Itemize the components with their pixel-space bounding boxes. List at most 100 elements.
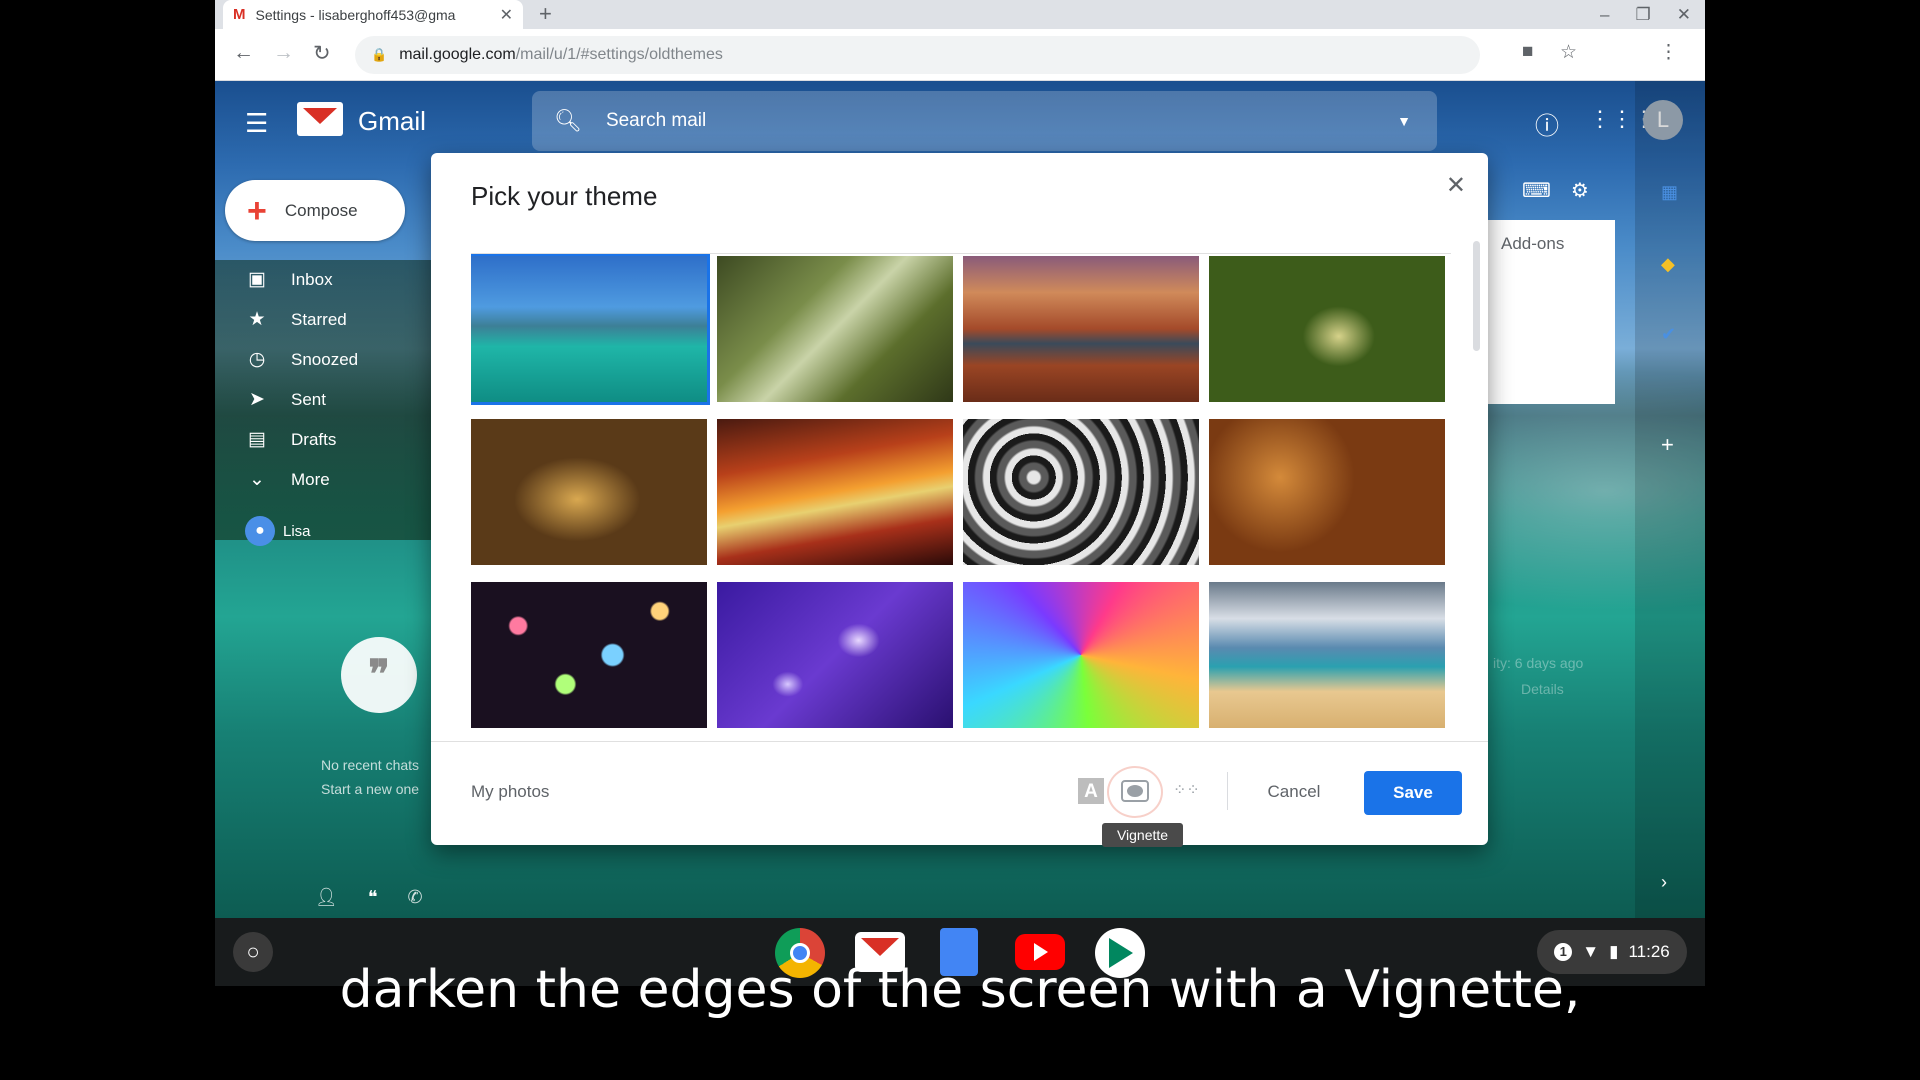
notification-badge: 1 [1554, 943, 1573, 961]
search-mail-input[interactable]: 🔍︎ Search mail ▼ [532, 91, 1437, 151]
battery-icon: ▮ [1609, 942, 1619, 961]
clock-icon: ◷ [248, 349, 266, 370]
url-host: mail.google.com [399, 46, 516, 63]
get-addons-plus-icon[interactable]: + [1661, 432, 1674, 458]
contacts-icon[interactable]: 👤︎ [315, 887, 338, 908]
sidebar-item-starred[interactable]: ★ Starred [245, 308, 347, 331]
phone-icon[interactable]: ✆ [408, 887, 423, 908]
video-caption: darken the edges of the screen with a Vi… [339, 960, 1581, 1020]
theme-thumbnail-caterpillar[interactable] [1209, 256, 1445, 402]
sidebar-item-label: Inbox [291, 269, 333, 289]
forward-icon[interactable]: → [273, 41, 294, 65]
lock-icon: 🔒 [371, 47, 388, 62]
side-panel [1635, 81, 1705, 918]
sidebar-item-label: More [291, 469, 330, 489]
hangouts-bottom-bar: 👤︎ ❝ ✆ [315, 887, 423, 908]
new-tab-button[interactable]: + [539, 0, 552, 29]
chevron-down-icon: ⌄ [249, 469, 265, 490]
user-name: Lisa [283, 522, 311, 540]
theme-thumbnail-autumn-leaves[interactable] [1209, 419, 1445, 565]
window-controls: – ❐ ✕ [1600, 0, 1691, 29]
my-photos-button[interactable]: My photos [471, 782, 549, 802]
no-chats-message: No recent chats Start a new one [321, 753, 419, 801]
help-icon[interactable]: ⓘ [1535, 106, 1559, 141]
settings-toolbar: ⌨ ⚙ [1522, 178, 1589, 203]
tab-close-icon[interactable]: ✕ [500, 5, 513, 25]
reload-icon[interactable]: ↻ [313, 41, 331, 66]
browser-tab[interactable]: M Settings - lisaberghoff453@gma ✕ [223, 0, 523, 29]
inbox-icon: ▣ [248, 269, 266, 290]
sidebar-item-label: Drafts [291, 429, 337, 449]
theme-thumbnail-canyon[interactable] [963, 256, 1199, 402]
vignette-icon[interactable] [1121, 780, 1149, 802]
divider [1227, 772, 1228, 810]
main-menu-icon[interactable]: ☰ [245, 108, 268, 139]
expand-panel-icon[interactable]: › [1661, 872, 1667, 893]
close-window-icon[interactable]: ✕ [1677, 5, 1691, 25]
sidebar-item-inbox[interactable]: ▣ Inbox [245, 268, 333, 291]
star-icon: ★ [248, 309, 266, 330]
wifi-icon: ▼ [1582, 942, 1600, 961]
cancel-button[interactable]: Cancel [1249, 772, 1339, 812]
addons-panel: Add-ons [1487, 220, 1615, 404]
draft-icon: ▤ [248, 429, 266, 450]
gmail-logo-text[interactable]: Gmail [358, 106, 426, 137]
restore-icon[interactable]: ❐ [1636, 5, 1651, 25]
close-icon[interactable]: ✕ [1446, 171, 1466, 200]
address-bar[interactable]: 🔒 mail.google.com/mail/u/1/#settings/old… [355, 36, 1480, 74]
compose-label: Compose [284, 200, 358, 220]
theme-thumbnail-beach[interactable] [1209, 582, 1445, 728]
sidebar-item-more[interactable]: ⌄ More [245, 468, 330, 491]
gmail-favicon-icon: M [233, 6, 246, 23]
theme-thumbnail-chess[interactable] [471, 419, 707, 565]
theme-thumbnail-forest[interactable] [717, 256, 953, 402]
sidebar-item-snoozed[interactable]: ◷ Snoozed [245, 348, 358, 371]
sidebar-item-label: Starred [291, 309, 347, 329]
chromeos-screen: M Settings - lisaberghoff453@gma ✕ + – ❐… [215, 0, 1705, 986]
details-link[interactable]: Details [1493, 676, 1583, 702]
sidebar-item-drafts[interactable]: ▤ Drafts [245, 428, 336, 451]
no-chats-text: No recent chats [321, 757, 420, 773]
minimize-icon[interactable]: – [1600, 5, 1609, 25]
search-icon: 🔍︎ [554, 108, 582, 133]
gmail-logo-icon[interactable] [297, 102, 343, 136]
browser-menu-icon[interactable]: ⋮ [1659, 41, 1678, 64]
send-icon: ➤ [249, 389, 265, 410]
search-placeholder: Search mail [605, 110, 707, 131]
sidebar-item-label: Sent [291, 389, 326, 409]
start-chat-link[interactable]: Start a new one [321, 777, 419, 801]
tab-bar: M Settings - lisaberghoff453@gma ✕ + – ❐… [215, 0, 1705, 29]
scrollbar[interactable] [1473, 241, 1480, 351]
theme-thumbnail-bokeh[interactable] [471, 582, 707, 728]
dialog-title: Pick your theme [471, 181, 658, 211]
compose-button[interactable]: + Compose [225, 180, 405, 241]
theme-grid [471, 253, 1451, 741]
tab-title: Settings - lisaberghoff453@gma [255, 6, 456, 23]
settings-gear-icon[interactable]: ⚙ [1571, 178, 1589, 203]
pick-theme-dialog: Pick your theme ✕ My photos A ⁘⁘ Cancel … [431, 153, 1488, 845]
user-avatar-icon: ● [245, 516, 275, 546]
blur-icon[interactable]: ⁘⁘ [1173, 778, 1200, 804]
theme-thumbnail-jellyfish[interactable] [717, 582, 953, 728]
account-activity: ity: 6 days ago Details [1493, 650, 1583, 702]
search-options-icon[interactable]: ▼ [1397, 113, 1411, 129]
browser-toolbar: ← → ↻ 🔒 mail.google.com/mail/u/1/#settin… [215, 29, 1705, 81]
calendar-icon[interactable]: ▦ [1661, 182, 1678, 203]
keep-icon[interactable]: ◆ [1661, 254, 1675, 275]
text-background-icon[interactable]: A [1078, 778, 1104, 804]
dialog-footer: My photos A ⁘⁘ Cancel Save [431, 741, 1488, 845]
theme-thumbnail-antelope-canyon[interactable] [717, 419, 953, 565]
theme-thumbnail-pipes[interactable] [963, 419, 1199, 565]
hangouts-user[interactable]: ● Lisa [245, 516, 311, 546]
back-icon[interactable]: ← [233, 41, 254, 65]
sidebar-item-sent[interactable]: ➤ Sent [245, 388, 326, 411]
camera-icon[interactable]: ■ [1522, 41, 1533, 63]
theme-thumbnail-bubble[interactable] [963, 582, 1199, 728]
keyboard-icon[interactable]: ⌨ [1522, 178, 1551, 203]
save-button[interactable]: Save [1364, 771, 1462, 815]
theme-thumbnail-lake[interactable] [471, 254, 710, 405]
tasks-icon[interactable]: ✔ [1661, 324, 1676, 345]
hangouts-icon[interactable]: ❝ [368, 887, 378, 908]
bookmark-star-icon[interactable]: ☆ [1560, 41, 1577, 64]
compose-plus-icon: + [247, 191, 267, 230]
